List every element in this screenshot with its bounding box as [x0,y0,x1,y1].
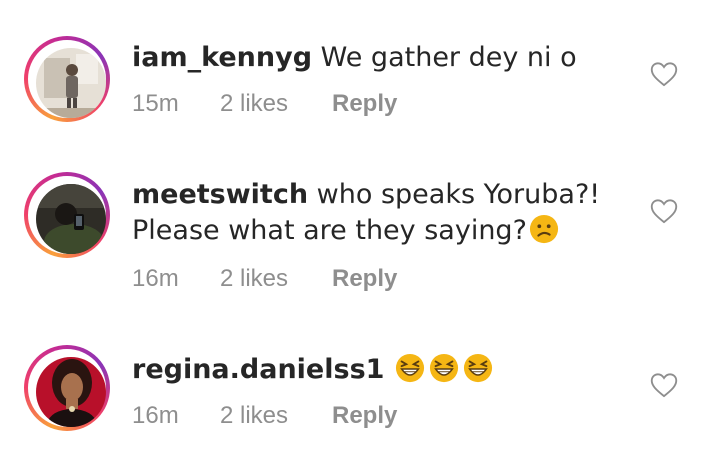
comment-text: regina.danielss1 [132,352,612,388]
comment-body: who speaks Yoruba?! [316,179,601,210]
comment-time: 15m [132,90,179,117]
grinning-squinting-face-icon [395,353,425,383]
likes-count[interactable]: 2 likes [220,402,288,430]
heart-icon[interactable] [650,61,678,87]
comment-text: iam_kennyg We gather dey ni o [132,40,612,76]
avatar[interactable] [36,48,106,118]
story-ring[interactable] [24,172,110,258]
comment-username[interactable]: iam_kennyg [132,42,312,73]
avatar[interactable] [36,357,106,427]
grinning-squinting-face-icon [429,353,459,383]
avatar[interactable] [36,184,106,254]
heart-icon[interactable] [650,372,678,398]
story-ring[interactable] [24,345,110,431]
comment-time: 16m [132,402,179,429]
heart-icon[interactable] [650,198,678,224]
grinning-squinting-face-icon [463,353,493,383]
comment-username[interactable]: meetswitch [132,179,308,210]
confused-face-icon [529,214,558,244]
reply-button[interactable]: Reply [332,265,397,293]
reply-button[interactable]: Reply [332,402,397,430]
likes-count[interactable]: 2 likes [220,90,288,118]
comment-time: 16m [132,265,179,292]
reply-button[interactable]: Reply [332,90,397,118]
story-ring[interactable] [24,36,110,122]
likes-count[interactable]: 2 likes [220,265,288,293]
comment-username[interactable]: regina.danielss1 [132,354,384,385]
comment-body-line2: Please what are they saying? [132,215,527,246]
comment-text: meetswitch who speaks Yoruba?! Please wh… [132,177,612,249]
comment-body: We gather dey ni o [320,42,577,73]
